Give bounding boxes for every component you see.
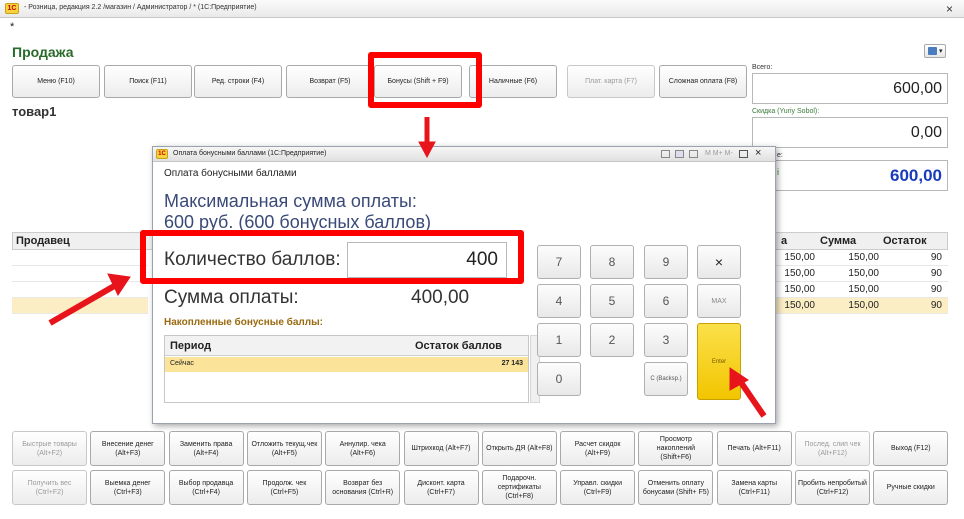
arrow-enter-icon — [737, 379, 767, 418]
arrow-right-up-icon — [48, 282, 118, 326]
arrow-down-head-icon — [418, 141, 436, 159]
annotation-arrows — [48, 117, 767, 418]
